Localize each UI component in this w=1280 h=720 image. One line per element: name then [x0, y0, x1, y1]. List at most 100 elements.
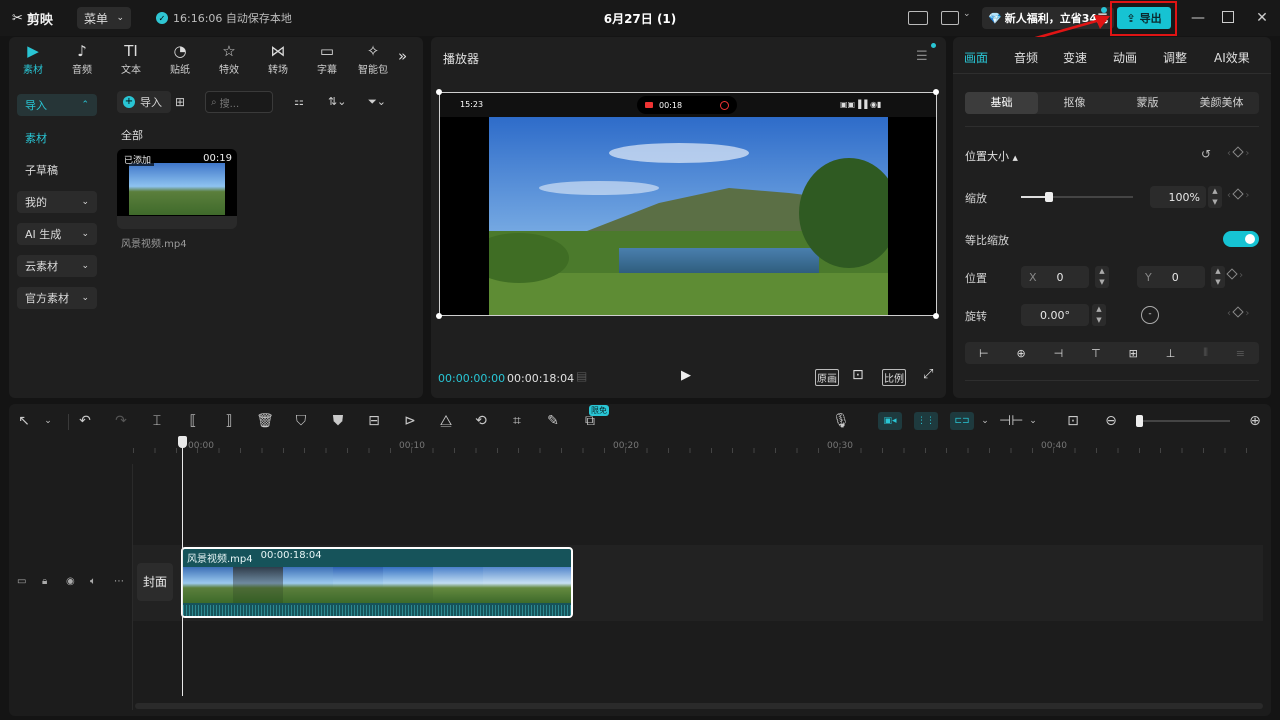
zoom-out-icon[interactable]: ⊖	[1102, 413, 1120, 429]
media-clip-card[interactable]: 已添加 00:19	[117, 149, 237, 229]
playhead-handle[interactable]	[178, 436, 187, 448]
screenshot-icon[interactable]: ⊡	[852, 367, 864, 383]
keyframe-nav[interactable]: ›	[1226, 268, 1243, 281]
tab-speed[interactable]: 变速	[1063, 49, 1087, 66]
tab-ai-effects[interactable]: AI效果	[1214, 49, 1250, 66]
video-preview[interactable]: 15:23 00:18 ▣▣▐▐ ◉▮	[439, 92, 937, 316]
main-track-magnet-button[interactable]: ▣◂	[878, 412, 902, 430]
horizontal-scrollbar[interactable]	[135, 703, 1263, 709]
keyframe-nav[interactable]: ‹ ›	[1227, 146, 1249, 159]
sidebar-item-mine[interactable]: 我的 ⌄	[17, 191, 97, 213]
section-title[interactable]: 位置大小 ▲	[965, 148, 1018, 164]
video-clip[interactable]: 风景视频.mp4 00:00:18:04	[181, 547, 573, 618]
speed-icon[interactable]: ⊳	[401, 413, 419, 429]
uniform-scale-toggle[interactable]	[1223, 231, 1259, 247]
subtab-cutout[interactable]: 抠像	[1038, 92, 1111, 114]
resize-handle[interactable]	[933, 89, 939, 95]
zoom-in-icon[interactable]: ⊕	[1246, 413, 1264, 429]
microphone-icon[interactable]: 🎙	[832, 413, 850, 429]
track-video-icon[interactable]: ▭	[17, 576, 26, 587]
tab-smart[interactable]: ✧ 智能包	[354, 41, 392, 76]
rotate-stepper[interactable]: ▲ ▼	[1092, 304, 1106, 326]
search-input[interactable]: ⌕ 搜...	[205, 91, 273, 113]
filter-icon[interactable]: ⏷⌄	[368, 95, 386, 109]
sidebar-item-import[interactable]: 导入 ⌃	[17, 94, 97, 116]
position-y-stepper[interactable]: ▲ ▼	[1211, 266, 1225, 288]
subtab-basic[interactable]: 基础	[965, 92, 1038, 114]
resize-handle[interactable]	[436, 89, 442, 95]
edit-icon[interactable]: ✎	[544, 413, 562, 429]
align-bottom-icon[interactable]: ⊥	[1166, 347, 1176, 360]
align-right-icon[interactable]: ⊣	[1054, 347, 1064, 360]
export-button[interactable]: ⇪ 导出	[1117, 7, 1171, 29]
tab-canvas[interactable]: 画面	[964, 49, 988, 66]
play-button[interactable]: ▶	[681, 368, 691, 383]
zoom-slider-knob[interactable]	[1136, 415, 1143, 427]
original-quality-button[interactable]: 原画	[815, 369, 839, 386]
shield-icon[interactable]: ⛊	[329, 413, 347, 429]
align-top-icon[interactable]: ⊤	[1091, 347, 1101, 360]
align-center-v-icon[interactable]: ⊞	[1129, 347, 1138, 360]
tab-adjust[interactable]: 调整	[1163, 49, 1187, 66]
zoom-slider[interactable]	[1136, 415, 1230, 427]
zoom-fit-icon[interactable]: ⊡	[1064, 413, 1082, 429]
keyframe-nav[interactable]: ‹ ›	[1227, 188, 1249, 201]
tab-text[interactable]: TI 文本	[109, 41, 153, 76]
tab-effects[interactable]: ☆ 特效	[207, 41, 251, 76]
distribute-v-icon[interactable]: ≡	[1236, 347, 1245, 360]
select-tool-icon[interactable]: ↖	[15, 413, 33, 429]
scale-stepper[interactable]: ▲ ▼	[1208, 186, 1222, 208]
tab-subtitle[interactable]: ▭ 字幕	[305, 41, 349, 76]
tab-audio[interactable]: ♪ 音频	[60, 41, 104, 76]
align-center-h-icon[interactable]: ⊕	[1016, 347, 1025, 360]
select-chevron-icon[interactable]: ⌄	[39, 416, 57, 426]
split-right-icon[interactable]: ⟧	[220, 413, 238, 429]
mark-icon[interactable]: ⛉	[292, 413, 310, 429]
scale-slider[interactable]	[1021, 192, 1133, 202]
align-left-icon[interactable]: ⊢	[979, 347, 989, 360]
tab-media[interactable]: ▶ 素材	[11, 41, 55, 76]
linkage-chevron-icon[interactable]: ⌄	[976, 416, 994, 426]
resize-handle[interactable]	[933, 313, 939, 319]
fullscreen-icon[interactable]: ⤢	[923, 367, 933, 382]
view-mode-icon[interactable]: ⚏	[294, 95, 304, 108]
keyframe-nav[interactable]: ‹ ›	[1227, 306, 1249, 319]
subtab-beauty[interactable]: 美颜美体	[1184, 92, 1259, 114]
track-lock-icon[interactable]: 🔒︎	[42, 576, 47, 587]
auto-snap-button[interactable]: ⋮⋮	[914, 412, 938, 430]
rotate-dial[interactable]: -	[1141, 306, 1159, 324]
tab-animation[interactable]: 动画	[1113, 49, 1137, 66]
linkage-button[interactable]: ⊏⊐	[950, 412, 974, 430]
position-y-field[interactable]: Y0	[1137, 266, 1205, 288]
ratio-button[interactable]: 比例	[882, 369, 906, 386]
resize-handle[interactable]	[436, 313, 442, 319]
minimize-button[interactable]: —	[1190, 10, 1206, 26]
grid-view-icon[interactable]: ⊞	[175, 95, 185, 109]
tab-sticker[interactable]: ◔ 贴纸	[158, 41, 202, 76]
close-button[interactable]: ✕	[1254, 10, 1270, 26]
preview-chevron-icon[interactable]: ⌄	[1024, 416, 1042, 426]
cover-button[interactable]: 封面	[137, 563, 173, 601]
track-visibility-icon[interactable]: ◉	[66, 576, 75, 587]
import-button[interactable]: + 导入	[117, 91, 171, 113]
sidebar-item-ai[interactable]: AI 生成 ⌄	[17, 223, 97, 245]
preview-axis-icon[interactable]: ⊣⊢	[999, 413, 1023, 429]
tab-transition[interactable]: ⋈ 转场	[256, 41, 300, 76]
reset-icon[interactable]: ↺	[1201, 147, 1211, 161]
sort-icon[interactable]: ⇅⌄	[328, 95, 346, 108]
freeze-icon[interactable]: ⊟	[365, 413, 383, 429]
undo-icon[interactable]: ↶	[76, 413, 94, 429]
track-audio-icon[interactable]: 🔈︎	[90, 576, 96, 587]
crop-icon[interactable]: ⌗	[508, 413, 526, 429]
split-icon[interactable]: ⌶	[148, 413, 166, 429]
split-left-icon[interactable]: ⟦	[184, 413, 202, 429]
rotate-icon[interactable]: ⟲	[472, 413, 490, 429]
sidebar-item-official[interactable]: 官方素材 ⌄	[17, 287, 97, 309]
track-more-icon[interactable]: ⋯	[114, 576, 124, 587]
more-tabs-icon[interactable]: »	[398, 47, 407, 65]
sidebar-item-material[interactable]: 素材	[17, 127, 97, 149]
scale-value-field[interactable]: 100%	[1150, 186, 1206, 208]
delete-icon[interactable]: 🗑	[256, 413, 274, 429]
mirror-icon[interactable]: ⧋	[437, 413, 455, 429]
tab-audio[interactable]: 音频	[1014, 49, 1038, 66]
